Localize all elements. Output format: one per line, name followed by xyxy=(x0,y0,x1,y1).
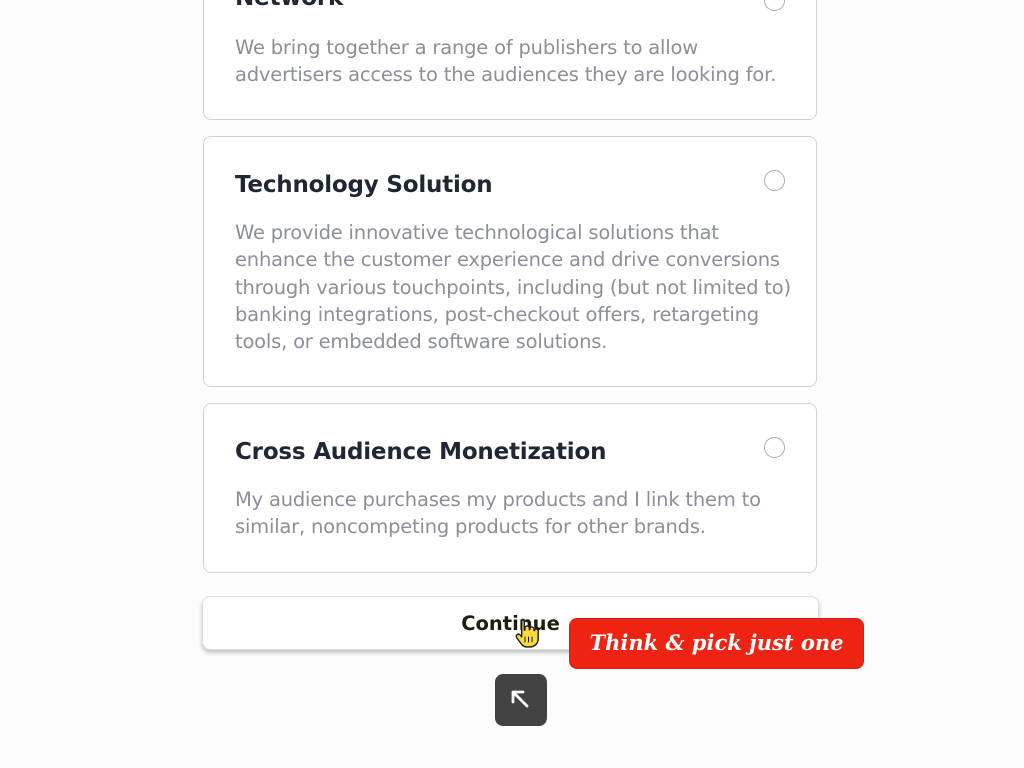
option-title-technology-solution: Technology Solution xyxy=(235,172,493,198)
option-description-cross-audience-monetization: My audience purchases my products and I … xyxy=(235,488,761,539)
option-radio-cross-audience-monetization[interactable] xyxy=(764,437,785,458)
back-to-top-button[interactable] xyxy=(495,674,547,726)
option-card-cross-audience-monetization[interactable]: Cross Audience Monetization My audience … xyxy=(203,403,817,573)
option-radio-network[interactable] xyxy=(764,0,785,11)
option-card-technology-solution[interactable]: Technology Solution We provide innovativ… xyxy=(203,136,817,387)
role-selection-page: Network We bring together a range of pub… xyxy=(0,0,1024,768)
option-card-network[interactable]: Network We bring together a range of pub… xyxy=(203,0,817,120)
option-radio-technology-solution[interactable] xyxy=(764,170,785,191)
instruction-tooltip: Think & pick just one xyxy=(570,619,863,668)
arrow-up-left-icon xyxy=(511,690,529,708)
option-description-technology-solution: We provide innovative technological solu… xyxy=(235,221,791,354)
option-description-network: We bring together a range of publishers … xyxy=(235,36,777,87)
option-title-cross-audience-monetization: Cross Audience Monetization xyxy=(235,439,607,465)
option-title-network: Network xyxy=(235,0,343,11)
